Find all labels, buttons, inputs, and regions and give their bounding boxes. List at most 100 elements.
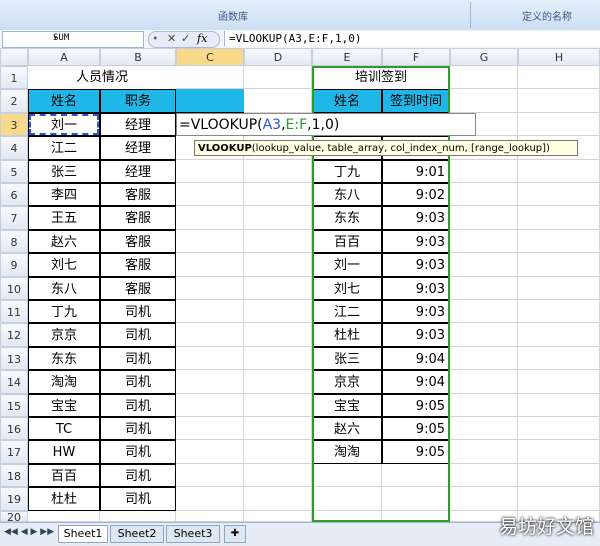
grid-cell[interactable] [450,66,518,90]
grid-cell[interactable] [518,253,600,277]
table1-cell[interactable]: 淘淘 [28,370,100,394]
row-header-2[interactable]: 2 [0,89,28,113]
column-header-A[interactable]: A [28,48,100,66]
table1-cell[interactable]: 百百 [28,463,100,488]
table1-cell[interactable]: 经理 [100,112,176,137]
grid-cell[interactable] [176,183,244,207]
grid-cell[interactable] [518,159,600,183]
grid-cell[interactable] [518,229,600,254]
grid-cell[interactable] [244,66,312,90]
tooltip-function-name[interactable]: VLOOKUP [198,143,252,154]
grid-cell[interactable] [176,276,244,300]
sheet-tab-3[interactable]: Sheet3 [166,525,220,543]
row-header-18[interactable]: 18 [0,463,28,488]
grid-cell[interactable] [450,159,518,183]
grid-cell[interactable] [244,417,312,441]
row-header-14[interactable]: 14 [0,370,28,394]
insert-sheet-icon[interactable]: ✚ [224,525,246,543]
grid-cell[interactable] [518,370,600,394]
table1-cell[interactable]: 客服 [100,229,176,254]
grid-cell[interactable] [450,89,518,113]
grid-cell[interactable] [244,323,312,347]
table1-cell[interactable]: 刘七 [28,253,100,277]
select-all-corner[interactable] [0,48,28,66]
grid-cell[interactable] [176,393,244,417]
grid-cell[interactable] [244,276,312,300]
column-header-D[interactable]: D [244,48,312,66]
ribbon-group-function-library[interactable]: 函数库 [218,8,248,23]
row-header-12[interactable]: 12 [0,323,28,347]
row-header-16[interactable]: 16 [0,417,28,441]
table1-cell[interactable]: 张三 [28,159,100,183]
table1-cell[interactable]: 客服 [100,253,176,277]
grid-cell[interactable] [450,417,518,441]
table1-cell[interactable]: 司机 [100,487,176,511]
column-header-B[interactable]: B [100,48,176,66]
sheet-tab-2[interactable]: Sheet2 [110,525,164,543]
row-header-13[interactable]: 13 [0,346,28,371]
name-box[interactable]: SUM ▾ [2,31,144,48]
column-header-G[interactable]: G [450,48,518,66]
table1-cell[interactable]: HW [28,440,100,464]
grid-cell[interactable] [450,346,518,371]
table1-cell[interactable]: 经理 [100,159,176,183]
row-header-10[interactable]: 10 [0,276,28,300]
row-header-5[interactable]: 5 [0,159,28,183]
grid-cell[interactable] [100,510,176,522]
grid-cell[interactable] [518,89,600,113]
table1-cell[interactable]: TC [28,417,100,441]
grid-cell[interactable] [450,440,518,464]
grid-cell[interactable] [244,253,312,277]
grid-cell[interactable] [518,183,600,207]
grid-cell[interactable] [176,346,244,371]
table1-cell[interactable]: 丁九 [28,300,100,324]
grid-cell[interactable] [244,229,312,254]
row-header-4[interactable]: 4 [0,136,28,160]
grid-cell[interactable] [450,323,518,347]
grid-cell[interactable] [518,440,600,464]
row-header-15[interactable]: 15 [0,393,28,417]
chevron-down-icon[interactable]: ▾ [53,33,140,42]
table1-cell[interactable]: 司机 [100,463,176,488]
grid-cell[interactable] [28,510,100,522]
grid-cell[interactable] [176,300,244,324]
ribbon-group-defined-names[interactable]: 定义的名称 [522,8,572,23]
table1-cell[interactable]: 东东 [28,346,100,371]
grid-cell[interactable] [176,440,244,464]
grid-cell[interactable] [244,346,312,371]
table1-cell[interactable]: 司机 [100,417,176,441]
table1-cell[interactable]: 赵六 [28,229,100,254]
grid-cell[interactable] [518,417,600,441]
table1-cell[interactable]: 客服 [100,206,176,230]
table1-cell[interactable]: 京京 [28,323,100,347]
row-header-17[interactable]: 17 [0,440,28,464]
grid-cell[interactable] [176,487,244,511]
grid-cell[interactable] [244,370,312,394]
table1-cell[interactable]: 司机 [100,370,176,394]
table1-cell[interactable]: 客服 [100,183,176,207]
function-icon[interactable]: fx [197,32,207,45]
grid-cell[interactable] [244,206,312,230]
table1-cell[interactable]: 司机 [100,323,176,347]
table1-cell[interactable]: 客服 [100,276,176,300]
active-cell-selection[interactable] [29,113,99,136]
grid-cell[interactable] [176,510,244,522]
row-header-8[interactable]: 8 [0,229,28,254]
grid-cell[interactable] [518,300,600,324]
grid-cell[interactable] [176,66,244,90]
grid-cell[interactable] [244,393,312,417]
grid-cell[interactable] [450,393,518,417]
grid-cell[interactable] [518,276,600,300]
grid-cell[interactable] [450,487,518,511]
grid-cell[interactable] [176,323,244,347]
row-header-3[interactable]: 3 [0,112,28,137]
check-icon[interactable]: ✓ [181,32,190,45]
table1-cell[interactable]: 司机 [100,440,176,464]
sheet-tab-1[interactable]: Sheet1 [58,525,108,543]
table1-cell[interactable]: 李四 [28,183,100,207]
column-header-F[interactable]: F [382,48,450,66]
grid-cell[interactable] [244,510,312,522]
grid-cell[interactable] [244,183,312,207]
grid-cell[interactable] [176,253,244,277]
row-header-1[interactable]: 1 [0,66,28,90]
